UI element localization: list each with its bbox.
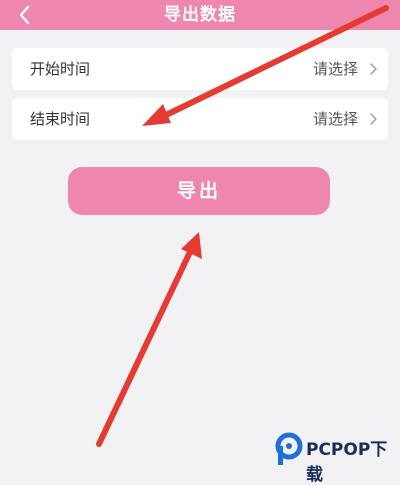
- page-title: 导出数据: [164, 5, 236, 25]
- end-time-value: 请选择: [312, 110, 358, 128]
- end-time-row[interactable]: 结束时间 请选择: [12, 98, 388, 140]
- start-time-value: 请选择: [312, 60, 358, 78]
- arrow-to-export-button: [96, 232, 202, 447]
- export-button[interactable]: 导出: [68, 167, 330, 215]
- end-time-label: 结束时间: [30, 110, 91, 128]
- top-bar: 导出数据: [0, 0, 400, 30]
- chevron-right-icon: [370, 113, 377, 125]
- start-time-row[interactable]: 开始时间 请选择: [12, 48, 388, 90]
- chevron-right-icon: [370, 63, 377, 75]
- start-time-label: 开始时间: [30, 60, 91, 78]
- watermark: PCPOP下载: [274, 431, 398, 485]
- pcpop-logo-icon: [275, 432, 303, 465]
- watermark-brand: PCPOP下载: [306, 440, 388, 485]
